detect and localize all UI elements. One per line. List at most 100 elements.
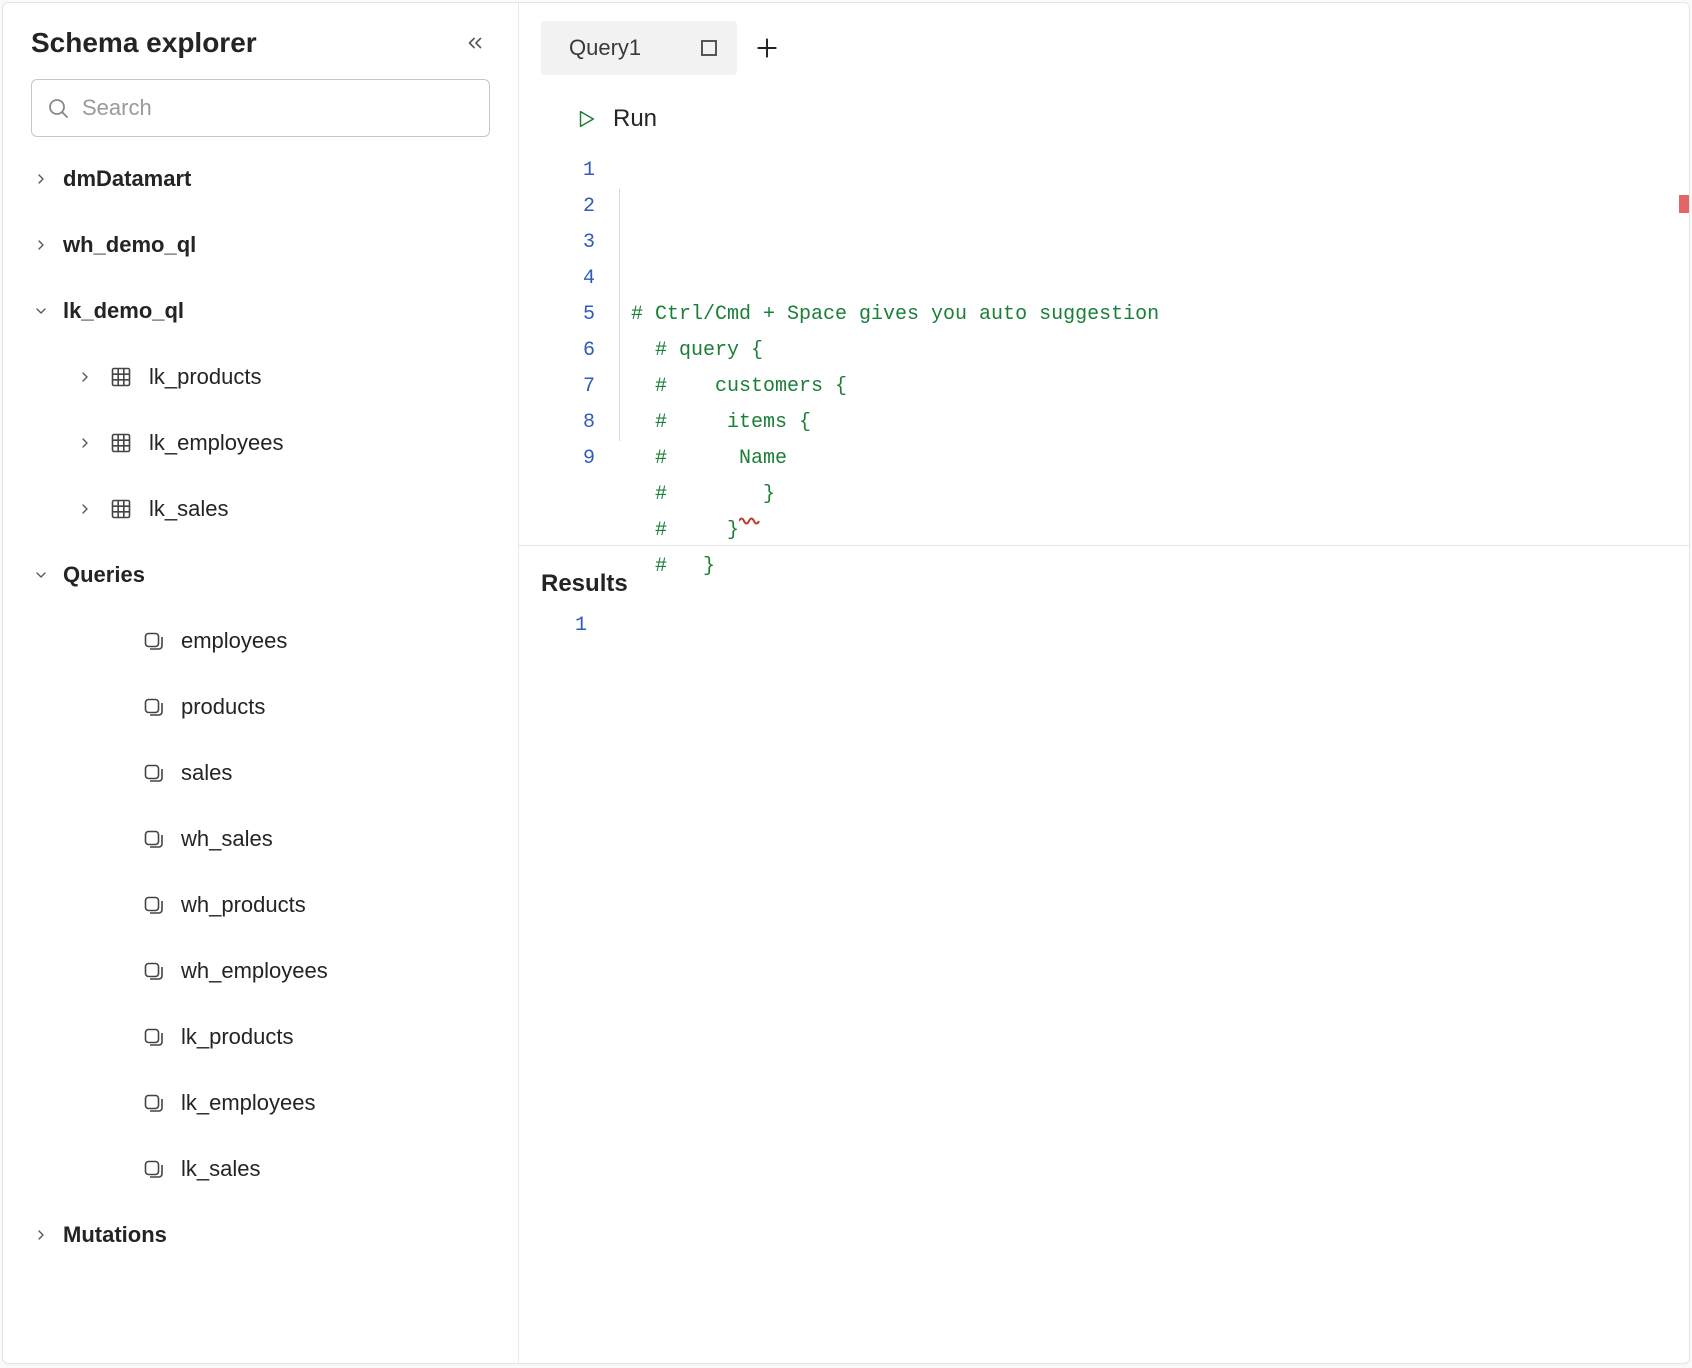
editor-text-area[interactable]: # Ctrl/Cmd + Space gives you auto sugges… (607, 153, 1159, 545)
run-label: Run (613, 105, 657, 133)
chevron-double-left-icon (464, 32, 486, 54)
search-icon (46, 96, 70, 120)
tree-node-q_sales[interactable]: sales (19, 749, 502, 797)
table-icon (107, 363, 135, 391)
code-line (631, 585, 1159, 621)
line-number: 7 (559, 369, 595, 405)
tree-node-wh_demo_ql[interactable]: wh_demo_ql (19, 221, 502, 269)
chevron-right-icon[interactable] (31, 235, 51, 255)
chevron-right-icon[interactable] (75, 499, 95, 519)
sidebar-header: Schema explorer (19, 27, 502, 73)
tree-node-lk_employees[interactable]: lk_employees (19, 419, 502, 467)
tree-node-q_employees[interactable]: employees (19, 617, 502, 665)
tree-node-Mutations[interactable]: Mutations (19, 1211, 502, 1259)
chevron-down-icon[interactable] (31, 301, 51, 321)
tree-node-label: sales (181, 760, 232, 786)
tree-node-q_wh_sales[interactable]: wh_sales (19, 815, 502, 863)
line-number: 8 (559, 405, 595, 441)
editor-toolbar: Run (519, 75, 1689, 145)
tree-node-q_lk_sales[interactable]: lk_sales (19, 1145, 502, 1193)
search-container (31, 79, 490, 137)
chevron-right-icon[interactable] (31, 1225, 51, 1245)
line-number: 5 (559, 297, 595, 333)
tree-node-label: lk_employees (181, 1090, 316, 1116)
line-number: 6 (559, 333, 595, 369)
tree-node-label: lk_demo_ql (63, 298, 184, 324)
line-number: 2 (559, 189, 595, 225)
tree-node-q_wh_employees[interactable]: wh_employees (19, 947, 502, 995)
collapse-sidebar-button[interactable] (460, 28, 490, 58)
tab-bar: Query1 (519, 3, 1689, 75)
tab-label: Query1 (569, 35, 641, 61)
search-input[interactable] (82, 95, 475, 121)
schema-tree: dmDatamart wh_demo_ql lk_demo_ql lk_product… (19, 155, 502, 1259)
tree-node-label: lk_employees (149, 430, 284, 456)
table-icon (107, 429, 135, 457)
search-box[interactable] (31, 79, 490, 137)
query-icon (139, 693, 167, 721)
schema-explorer-sidebar: Schema explorer dmDatamart wh_demo_ql lk_d… (3, 3, 519, 1363)
code-line: # items { (631, 405, 1159, 441)
tree-node-lk_demo_ql[interactable]: lk_demo_ql (19, 287, 502, 335)
play-icon (575, 108, 597, 130)
chevron-right-icon[interactable] (75, 433, 95, 453)
query-icon (139, 1155, 167, 1183)
tree-node-label: Queries (63, 562, 145, 588)
line-number: 1 (575, 608, 587, 644)
tree-node-label: Mutations (63, 1222, 167, 1248)
tree-node-label: products (181, 694, 265, 720)
tab-query1[interactable]: Query1 (541, 21, 737, 75)
query-icon (139, 825, 167, 853)
line-number: 3 (559, 225, 595, 261)
query-icon (139, 891, 167, 919)
query-icon (139, 1089, 167, 1117)
tree-node-label: lk_products (181, 1024, 294, 1050)
tree-node-q_products[interactable]: products (19, 683, 502, 731)
indent-guide (619, 189, 620, 441)
tree-node-q_lk_products[interactable]: lk_products (19, 1013, 502, 1061)
query-icon (139, 957, 167, 985)
code-line: # Name (631, 441, 1159, 477)
code-editor[interactable]: 123456789 # Ctrl/Cmd + Space gives you a… (519, 145, 1689, 545)
chevron-right-icon[interactable] (75, 367, 95, 387)
tree-node-label: wh_demo_ql (63, 232, 196, 258)
tree-node-q_wh_products[interactable]: wh_products (19, 881, 502, 929)
code-line: # query { (631, 333, 1159, 369)
tree-node-Queries[interactable]: Queries (19, 551, 502, 599)
minimap-error-mark (1679, 195, 1689, 213)
table-icon (107, 495, 135, 523)
tree-node-lk_products[interactable]: lk_products (19, 353, 502, 401)
code-line: # Ctrl/Cmd + Space gives you auto sugges… (631, 297, 1159, 333)
line-number: 9 (559, 441, 595, 477)
unsaved-indicator-icon (701, 40, 717, 56)
run-button[interactable]: Run (575, 105, 657, 133)
query-icon (139, 1023, 167, 1051)
line-number: 4 (559, 261, 595, 297)
tree-node-q_lk_employees[interactable]: lk_employees (19, 1079, 502, 1127)
main-panel: Query1 Run 123456789 # Ctrl/Cmd + Space … (519, 3, 1689, 1363)
tree-node-label: wh_sales (181, 826, 273, 852)
app-window: Schema explorer dmDatamart wh_demo_ql lk_d… (2, 2, 1690, 1364)
tree-node-label: lk_sales (149, 496, 228, 522)
error-squiggle-icon (619, 467, 641, 481)
code-line: # } (631, 477, 1159, 513)
tree-node-lk_sales[interactable]: lk_sales (19, 485, 502, 533)
plus-icon (754, 35, 780, 61)
query-icon (139, 627, 167, 655)
sidebar-title: Schema explorer (31, 27, 257, 59)
editor-line-gutter: 123456789 (559, 153, 607, 545)
results-line-gutter: 1 (575, 608, 587, 644)
tree-node-label: lk_products (149, 364, 262, 390)
new-tab-button[interactable] (747, 28, 787, 68)
tree-node-dmDatamart[interactable]: dmDatamart (19, 155, 502, 203)
tree-node-label: dmDatamart (63, 166, 191, 192)
chevron-down-icon[interactable] (31, 565, 51, 585)
tree-node-label: wh_employees (181, 958, 328, 984)
tree-node-label: employees (181, 628, 287, 654)
code-line: # customers { (631, 369, 1159, 405)
tree-node-label: lk_sales (181, 1156, 260, 1182)
line-number: 1 (559, 153, 595, 189)
query-icon (139, 759, 167, 787)
chevron-right-icon[interactable] (31, 169, 51, 189)
tree-node-label: wh_products (181, 892, 306, 918)
